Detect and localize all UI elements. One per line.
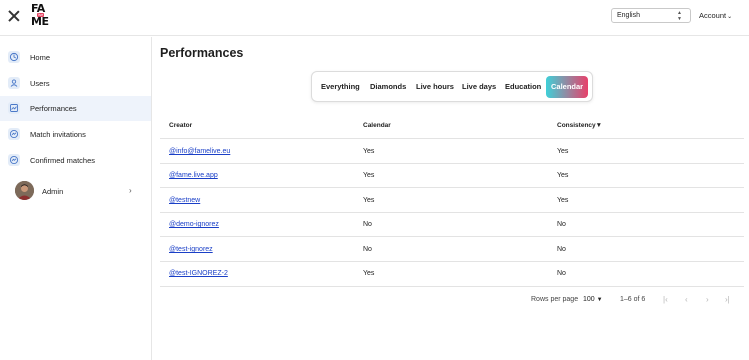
sidebar-item-label: Confirmed matches bbox=[30, 156, 96, 165]
consistency-cell: No bbox=[557, 246, 566, 253]
creator-cell: @info@famelive.eu bbox=[169, 148, 230, 155]
sidebar-item-label: Home bbox=[30, 53, 51, 62]
language-select[interactable]: English ▲ ▼ bbox=[611, 8, 691, 23]
creator-link[interactable]: @testnew bbox=[169, 197, 200, 204]
sidebar-item-label: Match invitations bbox=[30, 130, 86, 139]
column-header-creator[interactable]: Creator bbox=[169, 122, 192, 129]
previous-page-icon[interactable]: ‹ bbox=[685, 295, 688, 304]
next-page-icon[interactable]: › bbox=[706, 295, 709, 304]
last-page-icon[interactable]: ›| bbox=[725, 295, 730, 304]
avatar[interactable] bbox=[15, 181, 34, 200]
tab-education[interactable]: Education bbox=[505, 82, 541, 91]
sidebar-item-users[interactable]: Users bbox=[0, 71, 151, 96]
select-arrows-icon: ▲ ▼ bbox=[677, 10, 682, 22]
admin-label: Admin bbox=[42, 187, 64, 196]
close-icon[interactable] bbox=[8, 10, 20, 22]
rows-per-page-select[interactable]: 100 ▼ bbox=[583, 296, 603, 303]
tab-diamonds[interactable]: Diamonds bbox=[370, 82, 406, 91]
match-confirmed-icon bbox=[8, 154, 20, 166]
pagination-range: 1–6 of 6 bbox=[620, 296, 646, 303]
tab-live-hours[interactable]: Live hours bbox=[416, 82, 454, 91]
tab-live-days[interactable]: Live days bbox=[462, 82, 496, 91]
column-header-consistency[interactable]: Consistency▼ bbox=[557, 122, 602, 129]
first-page-icon[interactable]: |‹ bbox=[663, 295, 668, 304]
app-logo[interactable]: FA ME live bbox=[31, 3, 53, 29]
calendar-cell: No bbox=[363, 246, 372, 253]
sidebar-item-match-invitations[interactable]: Match invitations bbox=[0, 122, 151, 147]
row-divider bbox=[160, 286, 744, 287]
user-icon bbox=[8, 77, 20, 89]
consistency-cell: No bbox=[557, 270, 566, 277]
language-value: English bbox=[617, 12, 640, 19]
calendar-cell: Yes bbox=[363, 148, 375, 155]
creator-link[interactable]: @demo-ignorez bbox=[169, 221, 219, 228]
creator-link[interactable]: @fame.live.app bbox=[169, 172, 218, 179]
tab-calendar[interactable]: Calendar bbox=[546, 76, 589, 98]
logo-badge: live bbox=[37, 13, 45, 17]
chevron-right-icon[interactable]: › bbox=[129, 186, 132, 195]
sidebar-item-label: Users bbox=[30, 79, 50, 88]
calendar-cell: No bbox=[363, 221, 372, 228]
chart-icon bbox=[8, 102, 20, 114]
match-icon bbox=[8, 128, 20, 140]
tab-everything[interactable]: Everything bbox=[321, 82, 360, 91]
row-divider bbox=[160, 163, 744, 164]
sidebar-item-confirmed-matches[interactable]: Confirmed matches bbox=[0, 148, 151, 173]
calendar-cell: Yes bbox=[363, 270, 375, 277]
calendar-cell: Yes bbox=[363, 197, 375, 204]
column-header-label: Consistency bbox=[557, 122, 596, 129]
account-menu[interactable]: Account⌄ bbox=[699, 11, 732, 20]
consistency-cell: Yes bbox=[557, 172, 569, 179]
row-divider bbox=[160, 261, 744, 262]
caret-down-icon: ▼ bbox=[596, 297, 603, 303]
column-header-calendar[interactable]: Calendar bbox=[363, 122, 391, 129]
consistency-cell: Yes bbox=[557, 197, 569, 204]
calendar-cell: Yes bbox=[363, 172, 375, 179]
account-label: Account bbox=[699, 11, 727, 20]
rows-per-page-label: Rows per page bbox=[531, 296, 579, 303]
logo-line-2: ME bbox=[31, 15, 49, 28]
page-title: Performances bbox=[160, 46, 244, 60]
creator-cell: @test-IGNOREZ-2 bbox=[169, 270, 228, 277]
consistency-cell: No bbox=[557, 221, 566, 228]
creator-cell: @fame.live.app bbox=[169, 172, 218, 179]
sidebar-item-home[interactable]: Home bbox=[0, 45, 151, 70]
top-bar: FA ME live English ▲ ▼ Account⌄ bbox=[0, 0, 749, 36]
creator-link[interactable]: @info@famelive.eu bbox=[169, 148, 230, 155]
creator-cell: @demo-ignorez bbox=[169, 221, 219, 228]
sidebar-item-label: Performances bbox=[30, 104, 77, 113]
creator-link[interactable]: @test-ignorez bbox=[169, 246, 213, 253]
row-divider bbox=[160, 138, 744, 139]
creator-cell: @testnew bbox=[169, 197, 200, 204]
creator-link[interactable]: @test-IGNOREZ-2 bbox=[169, 270, 228, 277]
row-divider bbox=[160, 236, 744, 237]
home-icon bbox=[8, 51, 20, 63]
filter-tabs: Everything Diamonds Live hours Live days… bbox=[311, 71, 593, 102]
sort-desc-icon: ▼ bbox=[595, 122, 603, 129]
consistency-cell: Yes bbox=[557, 148, 569, 155]
row-divider bbox=[160, 212, 744, 213]
chevron-down-icon: ⌄ bbox=[727, 14, 733, 20]
sidebar-item-performances[interactable]: Performances bbox=[0, 96, 151, 121]
rows-per-page-value: 100 bbox=[583, 296, 595, 303]
row-divider bbox=[160, 187, 744, 188]
sidebar: Home Users Performances Match invitation… bbox=[0, 37, 152, 360]
creator-cell: @test-ignorez bbox=[169, 246, 213, 253]
